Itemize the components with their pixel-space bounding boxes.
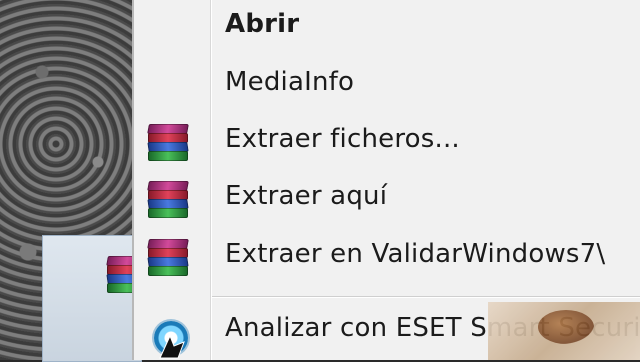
menu-item-label: Extraer ficheros... (225, 124, 460, 154)
mouse-cursor-icon (159, 334, 185, 359)
menu-item-label: MediaInfo (225, 67, 355, 97)
menu-item-label: Abrir (225, 9, 300, 39)
menu-item-label: Extraer aquí (225, 181, 388, 211)
winrar-icon (147, 237, 189, 276)
menu-item-extraer-aqui[interactable]: Extraer aquí (134, 174, 640, 220)
desktop-file-icon[interactable] (42, 235, 148, 362)
menu-item-extraer-en[interactable]: Extraer en ValidarWindows7\ (134, 232, 640, 278)
overlay-thumbnail (488, 302, 640, 360)
menu-item-extraer-ficheros[interactable]: Extraer ficheros... (134, 117, 640, 163)
winrar-icon (147, 122, 189, 161)
winrar-icon (147, 179, 189, 218)
menu-separator (212, 296, 640, 298)
bird-image (538, 310, 594, 344)
menu-item-abrir[interactable]: Abrir (134, 2, 640, 48)
menu-item-label: Extraer en ValidarWindows7\ (225, 239, 606, 269)
menu-item-mediainfo[interactable]: MediaInfo (134, 60, 640, 106)
